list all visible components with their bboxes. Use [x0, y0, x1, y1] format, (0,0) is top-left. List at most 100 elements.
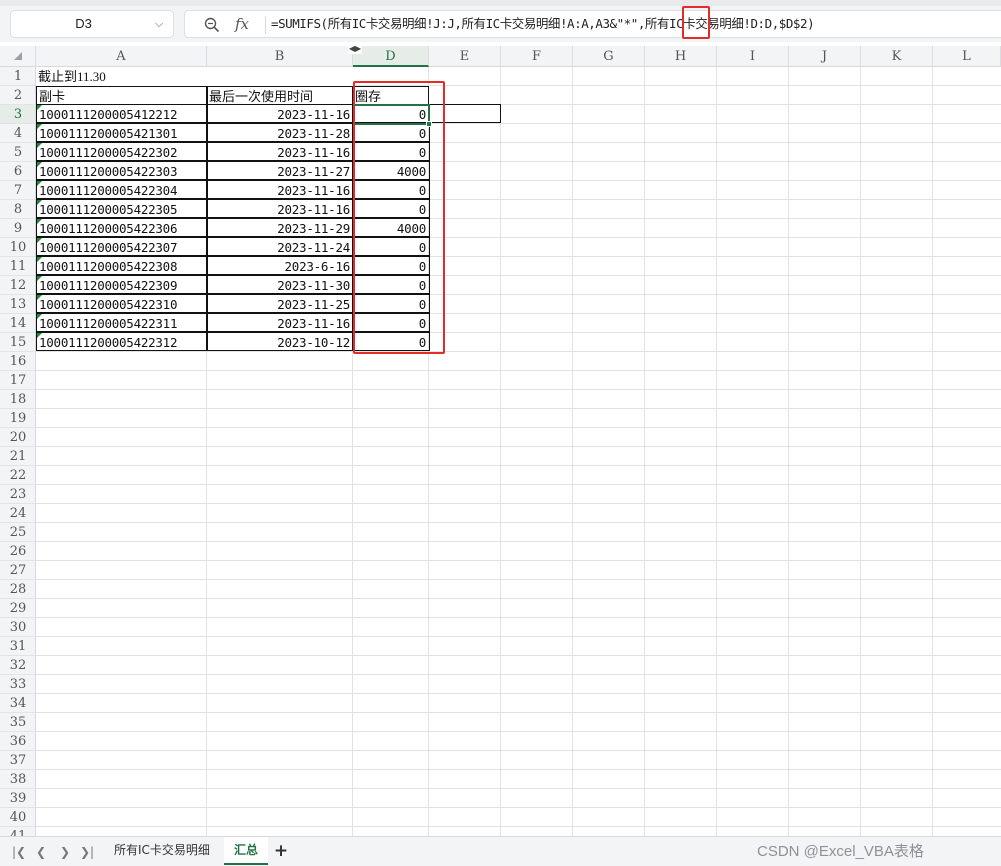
cell-a1[interactable]: 截止到11.30	[36, 67, 354, 86]
cell-card-number[interactable]: 1000111200005412212	[36, 104, 208, 123]
cell-last-used-date[interactable]: 2023-10-12	[206, 332, 354, 351]
row-header-6[interactable]: 6	[0, 162, 35, 181]
row-header-36[interactable]: 36	[0, 732, 35, 751]
row-header-4[interactable]: 4	[0, 124, 35, 143]
cell-last-used-date[interactable]: 2023-11-16	[206, 142, 354, 161]
cell-card-number[interactable]: 1000111200005422303	[36, 161, 208, 180]
row-header-18[interactable]: 18	[0, 390, 35, 409]
row-header-25[interactable]: 25	[0, 523, 35, 542]
row-header-11[interactable]: 11	[0, 257, 35, 276]
column-header-b[interactable]: B	[207, 46, 353, 67]
row-header-24[interactable]: 24	[0, 504, 35, 523]
header-cell-amount[interactable]: 圈存	[352, 86, 429, 105]
header-cell-card[interactable]: 副卡	[36, 86, 208, 105]
cell-card-number[interactable]: 1000111200005422305	[36, 199, 208, 218]
cell-amount[interactable]: 0	[352, 104, 430, 123]
tab-summary[interactable]: 汇总	[224, 837, 269, 865]
row-header-3[interactable]: 3	[0, 105, 35, 124]
column-header-g[interactable]: G	[573, 46, 645, 67]
row-header-16[interactable]: 16	[0, 352, 35, 371]
row-header-35[interactable]: 35	[0, 713, 35, 732]
cell-last-used-date[interactable]: 2023-11-28	[206, 123, 354, 142]
cell-e3[interactable]	[428, 104, 501, 123]
column-header-e[interactable]: E	[429, 46, 501, 67]
add-sheet-icon[interactable]: +	[272, 840, 290, 862]
row-header-34[interactable]: 34	[0, 694, 35, 713]
row-header-8[interactable]: 8	[0, 200, 35, 219]
zoom-icon[interactable]	[203, 16, 221, 34]
cell-amount[interactable]: 0	[352, 256, 430, 275]
column-header-f[interactable]: F	[501, 46, 573, 67]
row-header-1[interactable]: 1	[0, 67, 35, 86]
chevron-down-icon[interactable]: ⌵	[151, 15, 167, 33]
formula-text[interactable]: =SUMIFS(所有IC卡交易明细!J:J,所有IC卡交易明细!A:A,A3&"…	[271, 11, 815, 37]
tab-all-ic-transactions[interactable]: 所有IC卡交易明细	[104, 837, 220, 865]
cell-amount[interactable]: 0	[352, 313, 430, 332]
row-header-37[interactable]: 37	[0, 751, 35, 770]
row-header-39[interactable]: 39	[0, 789, 35, 808]
fx-icon[interactable]: fx	[235, 14, 259, 34]
cell-amount[interactable]: 0	[352, 332, 430, 351]
column-header-a[interactable]: A	[36, 46, 207, 67]
cell-card-number[interactable]: 1000111200005422311	[36, 313, 208, 332]
column-header-l[interactable]: L	[933, 46, 1001, 67]
column-header-i[interactable]: I	[717, 46, 789, 67]
row-header-2[interactable]: 2	[0, 86, 35, 105]
cell-card-number[interactable]: 1000111200005422307	[36, 237, 208, 256]
row-header-32[interactable]: 32	[0, 656, 35, 675]
cell-last-used-date[interactable]: 2023-11-16	[206, 313, 354, 332]
cell-amount[interactable]: 0	[352, 275, 430, 294]
row-header-14[interactable]: 14	[0, 314, 35, 333]
row-header-17[interactable]: 17	[0, 371, 35, 390]
row-header-40[interactable]: 40	[0, 808, 35, 827]
row-header-5[interactable]: 5	[0, 143, 35, 162]
row-header-23[interactable]: 23	[0, 485, 35, 504]
cell-last-used-date[interactable]: 2023-11-24	[206, 237, 354, 256]
cell-card-number[interactable]: 1000111200005422304	[36, 180, 208, 199]
cell-amount[interactable]: 0	[352, 180, 430, 199]
row-header-29[interactable]: 29	[0, 599, 35, 618]
cell-card-number[interactable]: 1000111200005422310	[36, 294, 208, 313]
cell-card-number[interactable]: 1000111200005422302	[36, 142, 208, 161]
prev-sheet-icon[interactable]: ❮	[32, 843, 50, 861]
row-header-31[interactable]: 31	[0, 637, 35, 656]
row-header-26[interactable]: 26	[0, 542, 35, 561]
cell-amount[interactable]: 0	[352, 199, 430, 218]
row-header-7[interactable]: 7	[0, 181, 35, 200]
row-header-21[interactable]: 21	[0, 447, 35, 466]
cell-card-number[interactable]: 1000111200005421301	[36, 123, 208, 142]
column-header-k[interactable]: K	[861, 46, 933, 67]
column-header-d[interactable]: D	[353, 46, 429, 67]
row-header-41[interactable]: 41	[0, 827, 35, 836]
row-header-27[interactable]: 27	[0, 561, 35, 580]
cell-last-used-date[interactable]: 2023-11-25	[206, 294, 354, 313]
row-header-10[interactable]: 10	[0, 238, 35, 257]
row-header-20[interactable]: 20	[0, 428, 35, 447]
cell-card-number[interactable]: 1000111200005422308	[36, 256, 208, 275]
cell-amount[interactable]: 0	[352, 123, 430, 142]
header-cell-last-used[interactable]: 最后一次使用时间	[206, 86, 353, 105]
cell-last-used-date[interactable]: 2023-11-30	[206, 275, 354, 294]
column-header-h[interactable]: H	[645, 46, 717, 67]
hidden-column-expand-icon[interactable]: ◀▶	[348, 44, 362, 54]
cell-amount[interactable]: 0	[352, 142, 430, 161]
cell-amount[interactable]: 4000	[352, 218, 430, 237]
cell-last-used-date[interactable]: 2023-11-16	[206, 104, 354, 123]
row-header-19[interactable]: 19	[0, 409, 35, 428]
row-header-22[interactable]: 22	[0, 466, 35, 485]
next-sheet-icon[interactable]: ❯	[56, 843, 74, 861]
row-header-30[interactable]: 30	[0, 618, 35, 637]
select-all-corner[interactable]	[0, 46, 36, 67]
row-header-12[interactable]: 12	[0, 276, 35, 295]
row-header-15[interactable]: 15	[0, 333, 35, 352]
cell-last-used-date[interactable]: 2023-11-16	[206, 180, 354, 199]
row-header-28[interactable]: 28	[0, 580, 35, 599]
last-sheet-icon[interactable]: ❯|	[78, 843, 96, 861]
cell-card-number[interactable]: 1000111200005422309	[36, 275, 208, 294]
name-box[interactable]: D3 ⌵	[10, 10, 174, 38]
row-header-9[interactable]: 9	[0, 219, 35, 238]
cell-amount[interactable]: 0	[352, 294, 430, 313]
column-header-j[interactable]: J	[789, 46, 861, 67]
cell-card-number[interactable]: 1000111200005422306	[36, 218, 208, 237]
fill-handle[interactable]	[426, 121, 432, 127]
